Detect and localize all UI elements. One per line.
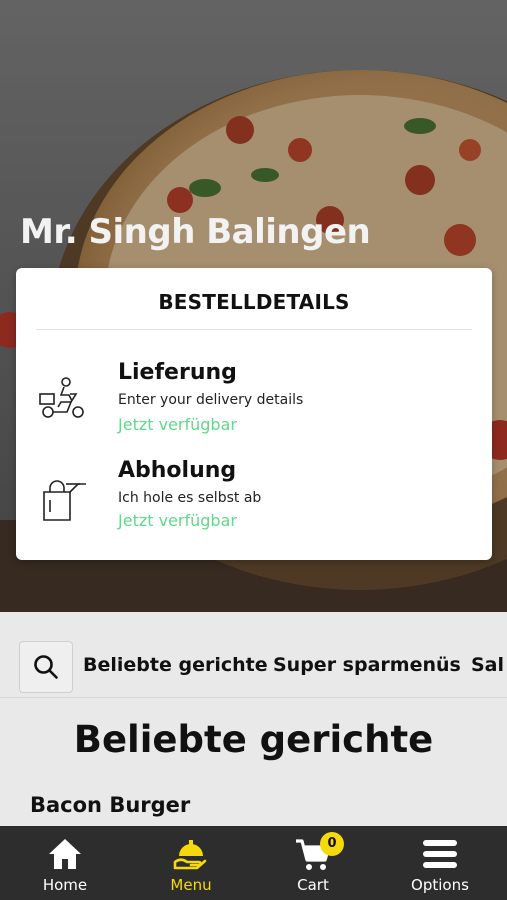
nav-menu-label: Menu	[170, 876, 212, 894]
delivery-scooter-icon	[39, 377, 84, 418]
category-tab-beliebte-gerichte[interactable]: Beliebte gerichte	[83, 654, 268, 676]
search-icon	[34, 655, 58, 679]
delivery-title: Lieferung	[118, 360, 237, 385]
pickup-option[interactable]: Abholung Ich hole es selbst ab Jetzt ver…	[36, 458, 472, 548]
bottom-navigation: Home Menu 0 Cart Options	[0, 826, 507, 900]
pickup-subtitle: Ich hole es selbst ab	[118, 490, 262, 506]
divider	[36, 329, 472, 330]
nav-home[interactable]: Home	[10, 826, 120, 900]
nav-options[interactable]: Options	[385, 826, 495, 900]
menu-cloche-icon	[173, 840, 207, 870]
menu-item-name[interactable]: Bacon Burger	[30, 793, 190, 817]
category-tab-super-sparmenus[interactable]: Super sparmenüs	[273, 654, 461, 676]
delivery-subtitle: Enter your delivery details	[118, 392, 304, 408]
nav-menu[interactable]: Menu	[136, 826, 246, 900]
section-title: Beliebte gerichte	[73, 718, 434, 761]
category-bar: Beliebte gerichte Super sparmenüs Sal	[0, 612, 507, 698]
order-details-card: BESTELLDETAILS Lieferung Enter your deli…	[16, 268, 492, 560]
delivery-availability: Jetzt verfügbar	[118, 415, 237, 434]
nav-home-label: Home	[42, 876, 88, 894]
order-details-title: BESTELLDETAILS	[158, 290, 350, 314]
pickup-bag-icon	[43, 480, 86, 521]
hamburger-icon	[423, 840, 457, 868]
pickup-title: Abholung	[118, 458, 237, 483]
delivery-option[interactable]: Lieferung Enter your delivery details Je…	[36, 360, 472, 450]
nav-cart-label: Cart	[297, 876, 329, 894]
search-button[interactable]	[19, 641, 73, 693]
home-icon	[49, 839, 81, 869]
cart-count-badge: 0	[320, 832, 344, 856]
category-tab-salads[interactable]: Sal	[471, 654, 504, 676]
nav-cart[interactable]: 0 Cart	[258, 826, 368, 900]
pickup-availability: Jetzt verfügbar	[118, 511, 237, 530]
restaurant-name: Mr. Singh Balingen	[20, 212, 371, 252]
nav-options-label: Options	[411, 876, 469, 894]
